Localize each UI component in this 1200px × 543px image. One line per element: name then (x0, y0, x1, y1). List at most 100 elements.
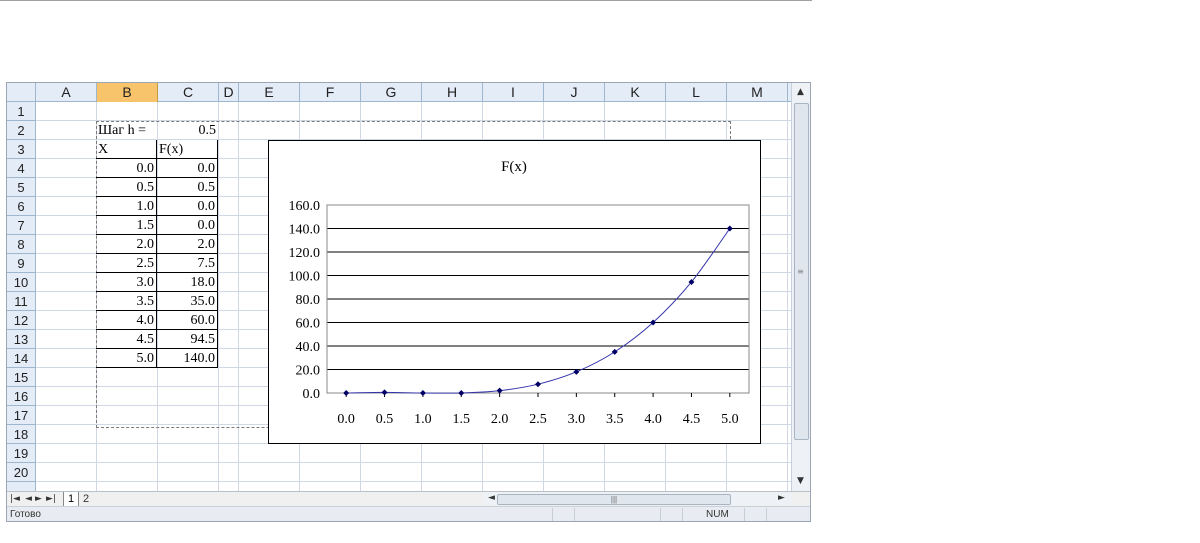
f-value-cell[interactable]: 18.0 (157, 273, 218, 292)
x-tick-label: 1.0 (414, 412, 432, 427)
scroll-up-icon[interactable]: ▲ (792, 84, 809, 101)
f-value-cell[interactable]: 2.0 (157, 235, 218, 254)
sheet-tab-2[interactable]: 2 (79, 492, 93, 506)
row-header-18[interactable]: 18 (7, 425, 35, 444)
row-header-1[interactable]: 1 (7, 102, 35, 121)
first-sheet-icon[interactable]: |◄ (10, 492, 20, 506)
column-header-b[interactable]: B (97, 83, 158, 102)
x-tick-label: 2.5 (529, 412, 547, 427)
column-header-i[interactable]: I (483, 83, 544, 102)
row-header-4[interactable]: 4 (7, 159, 35, 178)
column-header-l[interactable]: L (666, 83, 727, 102)
row-header-bar: 1 2 3 4 5 6 7 8 9 10 11 12 13 14 15 16 17 18 19 20 (7, 102, 36, 491)
next-sheet-icon[interactable]: ► (35, 492, 42, 506)
column-header-e[interactable]: E (239, 83, 300, 102)
last-sheet-icon[interactable]: ►| (46, 492, 56, 506)
f-value-cell[interactable]: 0.0 (157, 197, 218, 216)
prev-sheet-icon[interactable]: ◄ (25, 492, 32, 506)
column-header-c[interactable]: C (158, 83, 219, 102)
f-value-cell[interactable]: 7.5 (157, 254, 218, 273)
gridline (36, 481, 791, 482)
status-panel (744, 508, 766, 521)
column-header-k[interactable]: K (605, 83, 666, 102)
row-header-11[interactable]: 11 (7, 292, 35, 311)
row-header-19[interactable]: 19 (7, 444, 35, 463)
f-value-cell[interactable]: 0.0 (157, 159, 218, 178)
grip-icon: ≡ (797, 267, 804, 276)
scroll-right-icon[interactable]: ► (773, 490, 790, 507)
x-tick-label: 5.0 (721, 412, 739, 427)
x-tick-label: 4.5 (683, 412, 701, 427)
x-value-cell[interactable]: 1.0 (96, 197, 157, 216)
column-header-g[interactable]: G (361, 83, 422, 102)
column-header-a[interactable]: A (36, 83, 97, 102)
x-tick-label: 1.5 (453, 412, 471, 427)
step-value-cell[interactable]: 0.5 (157, 121, 218, 140)
x-value-cell[interactable]: 4.5 (96, 330, 157, 349)
column-header-m[interactable]: M (727, 83, 788, 102)
sheet-tab-1[interactable]: 1 (63, 492, 80, 507)
y-tick-label: 160.0 (289, 199, 321, 214)
row-header-5[interactable]: 5 (7, 178, 35, 197)
x-tick-label: 0.0 (337, 412, 355, 427)
scroll-down-icon[interactable]: ▼ (792, 473, 809, 490)
row-header-20[interactable]: 20 (7, 463, 35, 482)
row-header-12[interactable]: 12 (7, 311, 35, 330)
top-divider (0, 0, 812, 1)
data-point (458, 390, 465, 396)
status-panel (682, 508, 704, 521)
row-header-6[interactable]: 6 (7, 197, 35, 216)
x-value-cell[interactable]: 2.5 (96, 254, 157, 273)
x-value-cell[interactable]: 0.5 (96, 178, 157, 197)
x-value-cell[interactable]: 3.0 (96, 273, 157, 292)
row-header-15[interactable]: 15 (7, 368, 35, 387)
row-header-16[interactable]: 16 (7, 387, 35, 406)
x-tick-label: 4.0 (644, 412, 662, 427)
f-value-cell[interactable]: 140.0 (157, 349, 218, 368)
sheet-tab-bar: |◄ ◄ ► ►| 1 2 ◄ ||| ► (7, 491, 810, 507)
row-header-13[interactable]: 13 (7, 330, 35, 349)
gridline (36, 462, 791, 463)
x-value-cell[interactable]: 4.0 (96, 311, 157, 330)
x-value-cell[interactable]: 2.0 (96, 235, 157, 254)
line-chart: F(x) 0.0 20.0 40.0 60.0 80.0 100.0 120.0 140.0 16… (289, 159, 750, 427)
f-value-cell[interactable]: 35.0 (157, 292, 218, 311)
row-header-17[interactable]: 17 (7, 406, 35, 425)
horizontal-scrollbar[interactable]: ◄ ||| ► (483, 493, 792, 505)
f-value-cell[interactable]: 60.0 (157, 311, 218, 330)
row-header-14[interactable]: 14 (7, 349, 35, 368)
column-header-f[interactable]: F (300, 83, 361, 102)
vertical-scrollbar[interactable]: ▲ ≡ ▼ (791, 83, 810, 491)
y-tick-label: 140.0 (289, 223, 321, 238)
column-header-j[interactable]: J (544, 83, 605, 102)
y-tick-label: 20.0 (296, 364, 321, 379)
y-tick-label: 40.0 (296, 340, 321, 355)
row-header-3[interactable]: 3 (7, 140, 35, 159)
f-value-cell[interactable]: 94.5 (157, 330, 218, 349)
f-value-cell[interactable]: 0.0 (157, 216, 218, 235)
gridline (787, 102, 788, 491)
column-header-d[interactable]: D (219, 83, 239, 102)
x-value-cell[interactable]: 0.0 (96, 159, 157, 178)
chart-title: F(x) (501, 159, 527, 175)
x-value-cell[interactable]: 1.5 (96, 216, 157, 235)
select-all-corner[interactable] (7, 83, 36, 102)
x-header-cell[interactable]: X (96, 140, 157, 159)
y-tick-label: 80.0 (296, 293, 321, 308)
step-label-cell[interactable]: Шаг h = (96, 121, 157, 140)
column-header-h[interactable]: H (422, 83, 483, 102)
chart-object[interactable]: F(x) 0.0 20.0 40.0 60.0 80.0 100.0 120.0 140.0 16… (268, 140, 761, 444)
row-header-10[interactable]: 10 (7, 273, 35, 292)
f-value-cell[interactable]: 0.5 (157, 178, 218, 197)
row-header-7[interactable]: 7 (7, 216, 35, 235)
cell-grid[interactable]: Шаг h = 0.5 X F(x) 0.0 0.0 0.5 0.5 1.0 0.0 1.5… (36, 102, 791, 491)
y-tick-label: 120.0 (289, 246, 321, 261)
row-header-2[interactable]: 2 (7, 121, 35, 140)
row-header-9[interactable]: 9 (7, 254, 35, 273)
x-value-cell[interactable]: 5.0 (96, 349, 157, 368)
f-header-cell[interactable]: F(x) (157, 140, 218, 159)
horizontal-scroll-thumb[interactable]: ||| (497, 494, 731, 505)
row-header-8[interactable]: 8 (7, 235, 35, 254)
y-tick-label: 60.0 (296, 317, 321, 332)
x-value-cell[interactable]: 3.5 (96, 292, 157, 311)
